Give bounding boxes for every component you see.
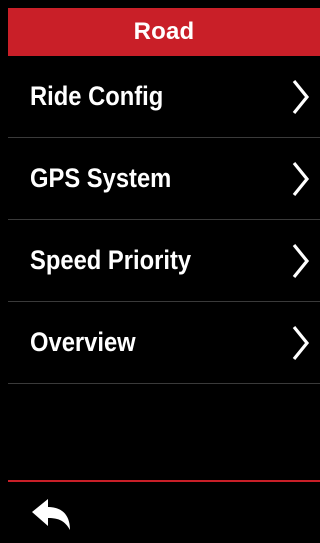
back-arrow-icon[interactable] bbox=[30, 496, 74, 534]
menu-item-label: GPS System bbox=[30, 163, 172, 193]
chevron-right-icon bbox=[292, 79, 310, 114]
menu-item-label: Ride Config bbox=[30, 81, 164, 111]
page-title: Road bbox=[133, 18, 195, 45]
menu-item-overview[interactable]: Overview bbox=[8, 302, 320, 384]
chevron-right-icon bbox=[292, 325, 310, 360]
menu-item-gps-system[interactable]: GPS System bbox=[8, 138, 320, 220]
screen: Road Ride Config GPS System Speed Priori… bbox=[8, 8, 320, 543]
menu-item-ride-config[interactable]: Ride Config bbox=[8, 56, 320, 138]
footer-divider bbox=[8, 480, 320, 482]
title-bar: Road bbox=[8, 8, 320, 56]
menu-item-speed-priority[interactable]: Speed Priority bbox=[8, 220, 320, 302]
device-frame: Road Ride Config GPS System Speed Priori… bbox=[0, 0, 320, 543]
chevron-right-icon bbox=[292, 243, 310, 278]
menu-item-label: Overview bbox=[30, 327, 136, 357]
chevron-right-icon bbox=[292, 161, 310, 196]
menu-list: Ride Config GPS System Speed Priority Ov… bbox=[8, 56, 320, 384]
menu-item-label: Speed Priority bbox=[30, 245, 192, 275]
